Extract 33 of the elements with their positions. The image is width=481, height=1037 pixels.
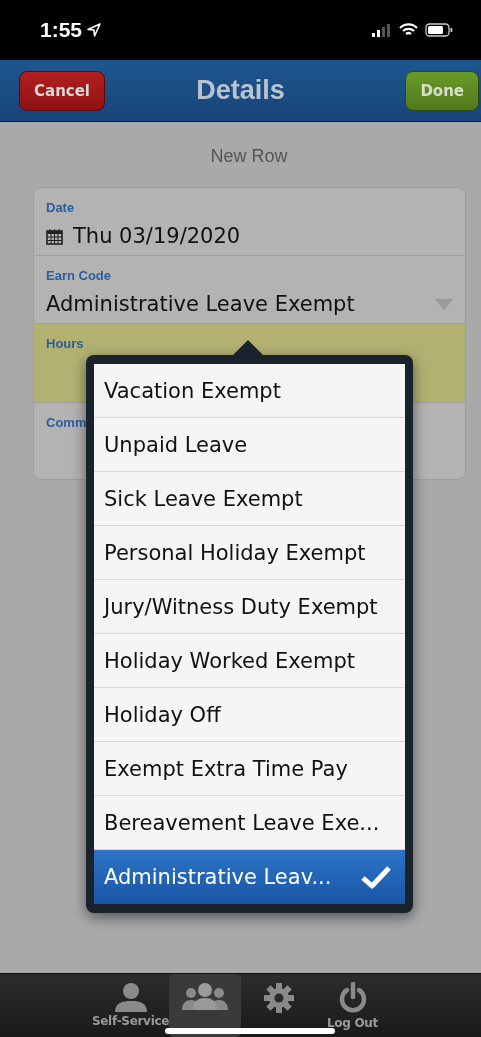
group-icon: [181, 982, 228, 1010]
option-item[interactable]: Holiday Off: [94, 688, 405, 742]
tab-item[interactable]: Self-Service: [94, 974, 167, 1037]
tab-item[interactable]: [168, 974, 241, 1037]
earn-code-select[interactable]: Administrative Leave Exempt: [46, 292, 355, 316]
option-item[interactable]: Sick Leave Exempt: [94, 472, 405, 526]
location-arrow-icon: [87, 23, 102, 37]
wifi-icon: [399, 23, 418, 37]
tab-item[interactable]: Log Out: [316, 974, 389, 1037]
signal-icon: [372, 23, 392, 37]
option-item[interactable]: Administrative Leav...: [94, 850, 405, 904]
calendar-icon: [46, 227, 63, 245]
option-item[interactable]: Vacation Exempt: [94, 364, 405, 418]
settings-icon: [262, 982, 295, 1014]
option-item[interactable]: Personal Holiday Exempt: [94, 526, 405, 580]
field-label: Comm: [46, 415, 87, 430]
dropdown-arrow-icon: [435, 298, 453, 310]
checkmark-icon: [361, 865, 391, 889]
field-label: Earn Code: [46, 268, 111, 283]
power-icon: [337, 982, 368, 1014]
screen-title: Details: [196, 75, 285, 105]
date-value[interactable]: Thu 03/19/2020: [73, 224, 241, 248]
option-item[interactable]: Jury/Witness Duty Exempt: [94, 580, 405, 634]
battery-icon: [425, 23, 453, 37]
cancel-button[interactable]: Cancel: [19, 70, 105, 111]
field-label: Hours: [46, 336, 84, 351]
option-item[interactable]: Unpaid Leave: [94, 418, 405, 472]
clock-time: 1:55: [40, 18, 83, 42]
person-icon: [113, 982, 148, 1012]
option-item[interactable]: Holiday Worked Exempt: [94, 634, 405, 688]
section-heading: New Row: [210, 146, 288, 167]
field-label: Date: [46, 200, 75, 215]
option-item[interactable]: Exempt Extra Time Pay: [94, 742, 405, 796]
